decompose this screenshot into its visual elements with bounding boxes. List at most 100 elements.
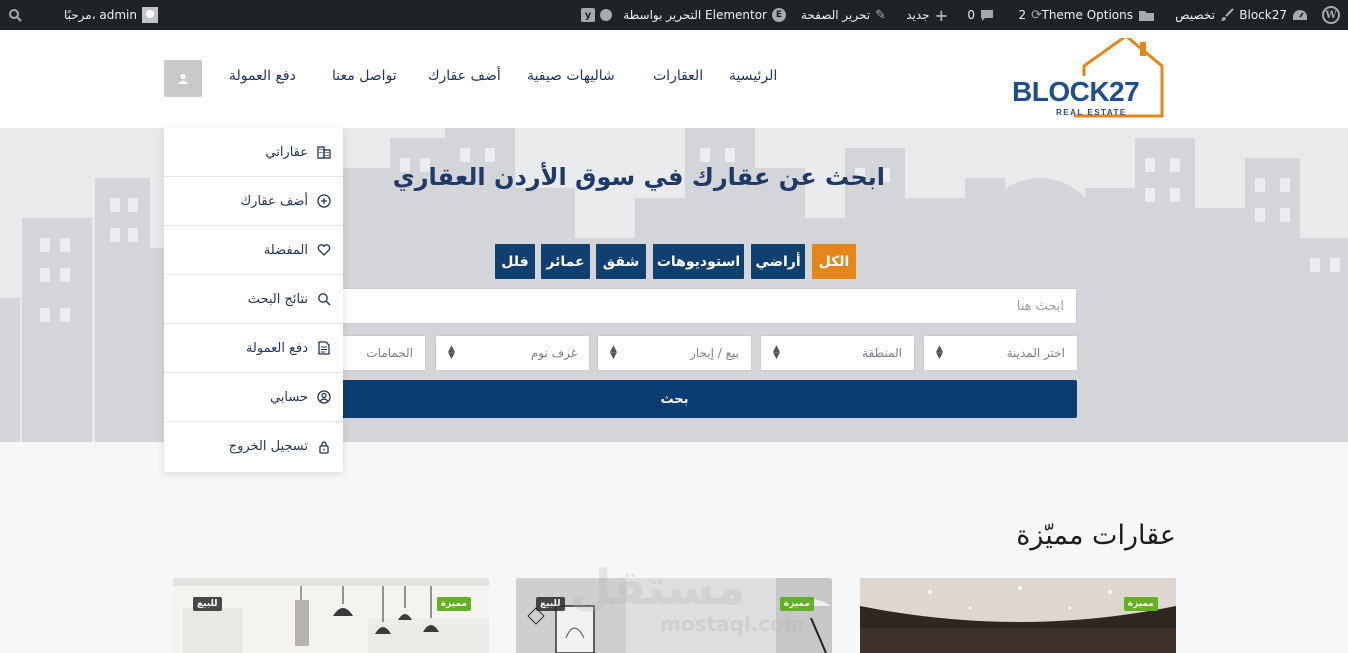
- heart-icon: [316, 243, 331, 258]
- hero-title-text: ابحث عن عقارك في سوق الأردن العقاري: [392, 163, 885, 191]
- tab-apartments[interactable]: شقق: [596, 244, 646, 279]
- tab-lands[interactable]: أراضي: [751, 244, 805, 279]
- sale-rent-select[interactable]: بيع / إيجار ▲ ▼: [597, 335, 752, 371]
- sale-rent-select-label: بيع / إيجار: [690, 346, 739, 360]
- nav-properties[interactable]: العقارات: [653, 68, 703, 84]
- menu-pay-commission[interactable]: دفع العمولة: [164, 324, 343, 373]
- lock-icon: [316, 439, 331, 454]
- comments-link[interactable]: 0: [967, 0, 994, 30]
- comment-icon: [980, 9, 994, 22]
- tab-buildings[interactable]: عمائر: [541, 244, 590, 279]
- search-icon: [8, 8, 22, 22]
- nav-contact[interactable]: تواصل معنا: [332, 68, 397, 84]
- area-select[interactable]: المنطقة ▲ ▼: [760, 335, 915, 371]
- dashboard-icon: [1292, 8, 1308, 22]
- tab-studios[interactable]: استوديوهات: [653, 244, 744, 279]
- site-name-menu[interactable]: Block27: [1239, 0, 1308, 30]
- avatar-icon: [142, 7, 158, 23]
- menu-favorites[interactable]: المفضلة: [164, 226, 343, 275]
- updates-link[interactable]: 2 ⟳: [1018, 0, 1042, 30]
- greeting-label: مرحبًا، admin: [63, 8, 137, 22]
- status-badge: للبيع: [193, 597, 222, 611]
- menu-my-properties[interactable]: عقاراتي: [164, 128, 343, 177]
- wp-admin-bar: W Block27 تخصيص Theme Options 2 ⟳ 0 جديد…: [0, 0, 1348, 30]
- edit-page-link[interactable]: تحرير الصفحة ✎: [801, 0, 886, 30]
- status-badge: للبيع: [536, 597, 565, 611]
- bathrooms-select-label: الحمامات: [366, 346, 413, 360]
- nav-summer-chalets[interactable]: شاليهات صيفية: [527, 68, 615, 84]
- tab-all[interactable]: الكل: [812, 244, 856, 279]
- user-dropdown-menu: عقاراتي أضف عقارك المفضلة نتائج البحث دف…: [164, 128, 343, 472]
- sort-arrows-icon: ▲▼: [448, 344, 455, 361]
- invoice-icon: [316, 341, 331, 356]
- admin-search[interactable]: [8, 0, 22, 30]
- my-account-menu[interactable]: مرحبًا، admin: [64, 0, 158, 30]
- brush-icon: [1220, 8, 1234, 22]
- folder-icon: [1138, 9, 1155, 22]
- elementor-link[interactable]: التحرير بواسطة Elementor E: [623, 0, 786, 30]
- search-button[interactable]: بحث: [272, 380, 1077, 418]
- nav-home[interactable]: الرئيسية: [729, 68, 777, 84]
- customize-link[interactable]: تخصيص: [1175, 0, 1234, 30]
- pencil-icon: ✎: [875, 7, 886, 23]
- customize-label: تخصيص: [1175, 8, 1215, 22]
- watermark-url: mostaql.com: [660, 612, 805, 636]
- plus-icon: +: [934, 5, 948, 25]
- plus-circle-icon: [316, 194, 331, 209]
- yoast-menu[interactable]: y: [581, 0, 612, 30]
- wp-logo-menu[interactable]: W: [1322, 0, 1340, 30]
- menu-logout[interactable]: تسجيل الخروج: [164, 422, 343, 471]
- edit-page-label: تحرير الصفحة: [800, 8, 871, 22]
- new-content-link[interactable]: جديد +: [906, 0, 948, 30]
- user-circle-icon: [316, 390, 331, 405]
- refresh-icon: ⟳: [1031, 7, 1042, 23]
- menu-search-results[interactable]: نتائج البحث: [164, 275, 343, 324]
- bedrooms-select-label: غرف نوم: [530, 346, 577, 360]
- property-image: [173, 578, 489, 653]
- nav-pay-commission[interactable]: دفع العمولة: [229, 68, 296, 84]
- city-select[interactable]: اختر المدينة ▲ ▼: [923, 335, 1078, 371]
- property-image: [860, 578, 1176, 653]
- featured-badge: مميزة: [779, 597, 814, 611]
- property-card[interactable]: مميزة للبيع: [173, 578, 489, 653]
- bedrooms-select[interactable]: غرف نوم ▲ ▼: [435, 335, 590, 371]
- nav-add-property[interactable]: أضف عقارك: [428, 68, 501, 84]
- menu-add-property-label: أضف عقارك: [240, 193, 308, 209]
- menu-pay-commission-label: دفع العمولة: [245, 340, 308, 356]
- wordpress-icon: W: [1322, 6, 1340, 24]
- menu-my-account-label: حسابي: [269, 389, 308, 405]
- city-select-label: اختر المدينة: [1006, 346, 1065, 360]
- user-icon: [178, 73, 188, 84]
- menu-favorites-label: المفضلة: [263, 242, 308, 258]
- new-label: جديد: [906, 8, 930, 22]
- comments-count: 0: [967, 8, 975, 22]
- user-menu-button[interactable]: [164, 60, 202, 97]
- logo-text: BLOCK27: [1012, 76, 1140, 107]
- sort-arrows-icon: ▲▼: [936, 344, 943, 361]
- property-card[interactable]: مميزة: [860, 578, 1176, 653]
- featured-section-title: عقارات مميّزة: [1016, 520, 1176, 551]
- elementor-label: التحرير بواسطة Elementor: [623, 8, 767, 22]
- theme-options-label: Theme Options: [1041, 8, 1133, 22]
- featured-badge: مميزة: [436, 597, 471, 611]
- menu-my-account[interactable]: حسابي: [164, 373, 343, 422]
- search-input[interactable]: [272, 288, 1077, 324]
- logo-subtitle: REAL ESTATE: [1056, 108, 1127, 117]
- site-logo[interactable]: BLOCK27 REAL ESTATE: [1008, 38, 1168, 118]
- menu-logout-label: تسجيل الخروج: [228, 439, 308, 454]
- tab-villas[interactable]: فلل: [495, 244, 535, 279]
- search-icon: [316, 292, 331, 307]
- seo-status-icon: [600, 9, 612, 21]
- site-header: BLOCK27 REAL ESTATE الرئيسية العقارات شا…: [0, 30, 1348, 128]
- menu-add-property[interactable]: أضف عقارك: [164, 177, 343, 226]
- elementor-icon: E: [772, 8, 786, 22]
- sort-arrows-icon: ▲▼: [610, 344, 617, 361]
- featured-badge: مميزة: [1123, 597, 1158, 611]
- yoast-icon: y: [581, 8, 595, 22]
- theme-options-link[interactable]: Theme Options: [1041, 0, 1155, 30]
- menu-search-results-label: نتائج البحث: [247, 291, 308, 307]
- site-name: Block27: [1239, 8, 1287, 22]
- menu-my-properties-label: عقاراتي: [265, 144, 308, 160]
- updates-count: 2: [1018, 8, 1027, 22]
- area-select-label: المنطقة: [862, 346, 902, 360]
